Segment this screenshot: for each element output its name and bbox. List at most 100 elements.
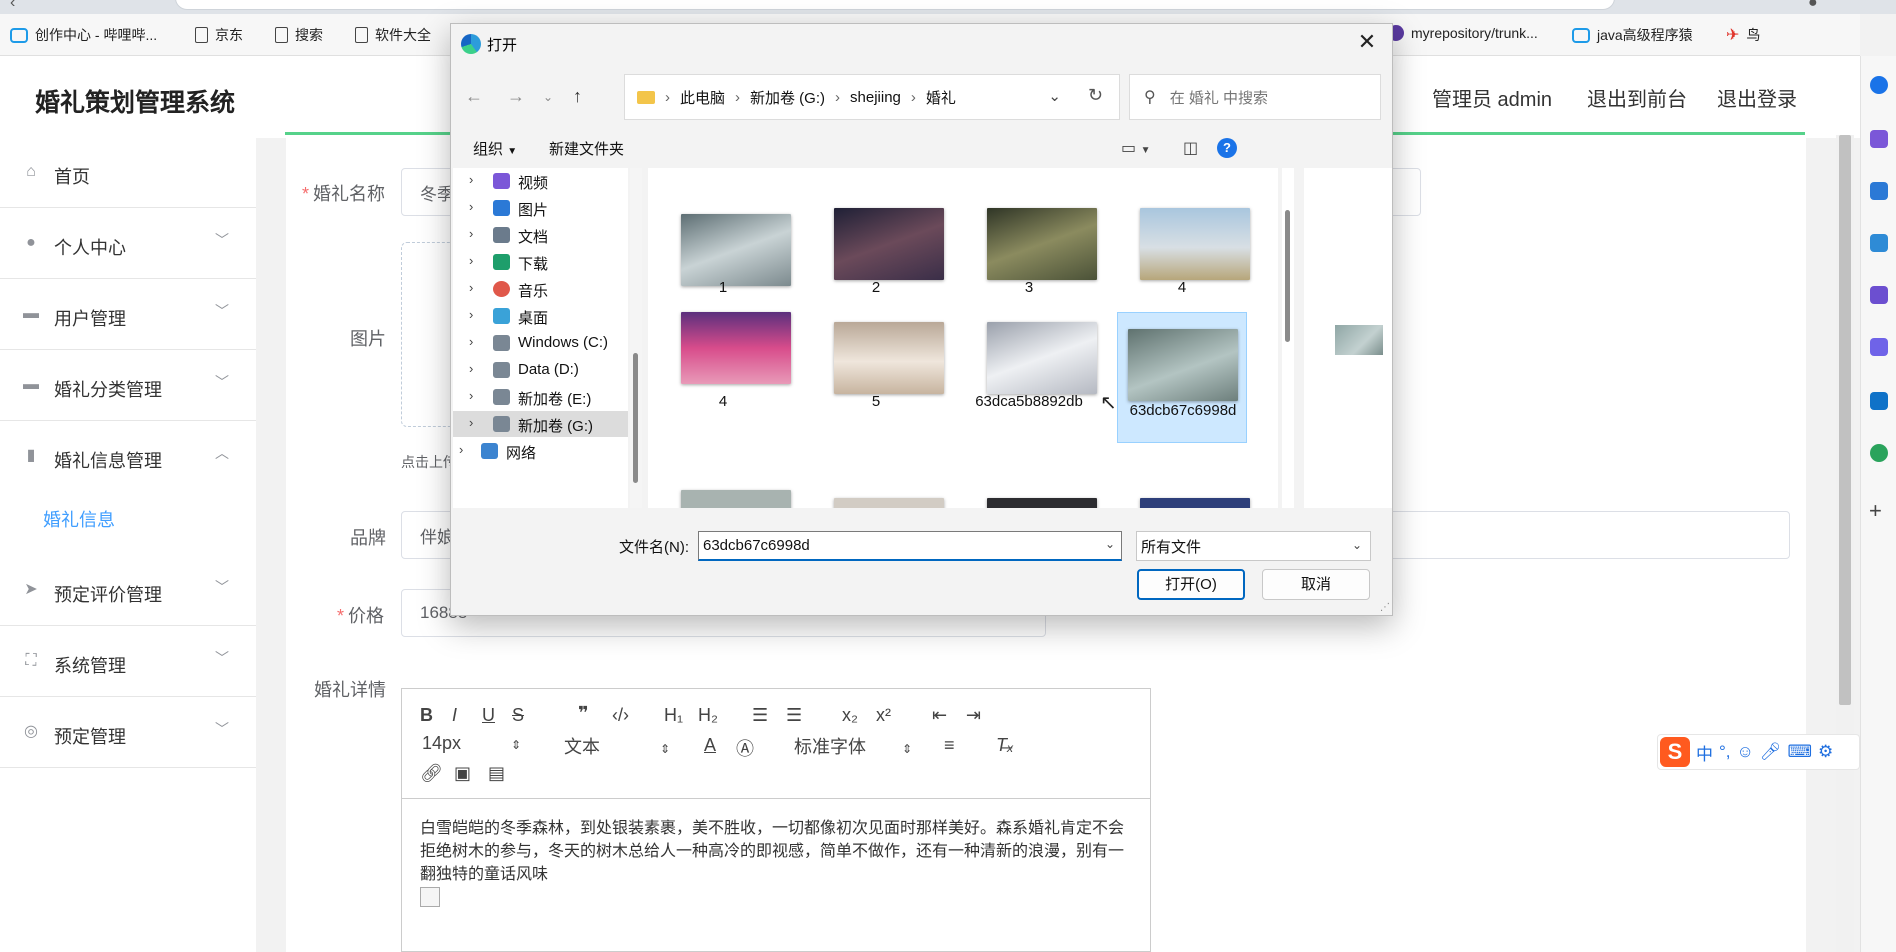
history-chevron-icon[interactable]: ⌄ [543, 90, 553, 104]
scrollbar-thumb[interactable] [1839, 135, 1851, 705]
up-arrow-icon[interactable]: ↑ [573, 86, 582, 107]
outdent-icon[interactable]: ⇤ [932, 705, 947, 726]
sidebar-subitem-wedding-info[interactable]: 婚礼信息 [43, 506, 115, 532]
paragraph-select[interactable]: 文本 ⇕ [564, 733, 670, 759]
tree-item-videos[interactable]: › 视频 [453, 168, 628, 194]
chevron-down-icon[interactable]: ⌄ [1105, 537, 1115, 551]
underline-icon[interactable]: U [482, 705, 495, 726]
font-family-select[interactable]: 标准字体 ⇕ [794, 733, 912, 759]
tag-icon[interactable] [1870, 182, 1888, 200]
tree-item-drive-c[interactable]: › Windows (C:) [453, 330, 628, 356]
ime-punct[interactable]: °, [1719, 742, 1731, 762]
close-icon[interactable]: ✕ [1352, 27, 1382, 57]
resize-grip-icon[interactable]: ⋰ [1380, 602, 1390, 613]
new-folder-button[interactable]: 新建文件夹 [549, 138, 624, 159]
page-scrollbar[interactable] [1836, 135, 1854, 952]
preview-pane-icon[interactable]: ◫ [1183, 138, 1198, 158]
sidebar-item-profile[interactable]: ● 个人中心 ﹀ [0, 209, 256, 279]
italic-icon[interactable]: I [452, 705, 457, 726]
office-icon[interactable] [1870, 338, 1888, 356]
organize-button[interactable]: 组织 ▼ [473, 138, 517, 159]
align-icon[interactable]: ≡ [944, 735, 955, 756]
heading2-icon[interactable]: H₂ [698, 705, 718, 726]
file-item-63dca5b8892db[interactable]: 63dca5b8892db [964, 312, 1097, 432]
back-icon[interactable]: ‹ [10, 0, 15, 12]
file-item-3[interactable]: 3 [964, 198, 1097, 298]
code-icon[interactable]: ‹/› [612, 705, 629, 726]
crumb-drive-g[interactable]: 新加卷 (G:) [750, 87, 825, 108]
subscript-icon[interactable]: x₂ [842, 705, 858, 726]
superscript-icon[interactable]: x² [876, 705, 891, 726]
file-item-4[interactable]: 4 [1117, 198, 1250, 298]
bookmark-java[interactable]: java高级程序猿 [1572, 25, 1693, 45]
chevron-down-icon[interactable]: ⌄ [1048, 87, 1061, 105]
tree-item-pictures[interactable]: › 图片 [453, 195, 628, 221]
microphone-icon[interactable]: 🎤︎ [1760, 742, 1782, 762]
scrollbar-thumb[interactable] [633, 353, 638, 483]
help-icon[interactable]: ? [1217, 138, 1237, 158]
image-icon[interactable]: ▣ [454, 763, 471, 784]
tree-item-music[interactable]: › 音乐 [453, 276, 628, 302]
add-icon[interactable]: + [1869, 498, 1882, 524]
bookmark-search[interactable]: 搜索 [275, 25, 323, 45]
crumb-wedding[interactable]: 婚礼 [926, 87, 956, 108]
tree-scrollbar[interactable] [630, 168, 642, 508]
font-color-icon[interactable]: A [704, 735, 716, 756]
logout-link[interactable]: 退出登录 [1717, 83, 1797, 112]
exit-to-front-link[interactable]: 退出到前台 [1587, 83, 1687, 112]
file-grid-scrollbar[interactable] [1282, 168, 1294, 508]
cancel-button[interactable]: 取消 [1262, 569, 1370, 600]
link-icon[interactable]: 🔗︎ [420, 763, 443, 784]
tree-item-drive-g[interactable]: › 新加卷 (G:) [453, 411, 628, 437]
bookmark-bilibili[interactable]: 创作中心 - 哔哩哔... [10, 25, 157, 45]
crumb-this-pc[interactable]: 此电脑 [680, 87, 725, 108]
file-item-63dcb67c6998d[interactable]: 63dcb67c6998d [1117, 312, 1247, 443]
address-bar[interactable] [175, 0, 1615, 10]
scrollbar-thumb[interactable] [1285, 210, 1290, 342]
strikethrough-icon[interactable]: S [512, 705, 524, 726]
tree-item-desktop[interactable]: › 桌面 [453, 303, 628, 329]
editor-content[interactable]: 白雪皑皑的冬季森林，到处银装素裹，美不胜收，一切都像初次见面时那样美好。森系婚礼… [420, 817, 1135, 886]
file-item-1[interactable]: 1 [658, 198, 791, 298]
file-item-4b[interactable]: 4 [658, 312, 791, 412]
keyboard-icon[interactable]: ⌨ [1787, 742, 1812, 762]
bold-icon[interactable]: B [420, 705, 433, 726]
clear-format-icon[interactable]: T̶ₓ [996, 735, 1014, 756]
path-breadcrumb[interactable]: › 此电脑 › 新加卷 (G:) › shejiing › 婚礼 ⌄ ↻ [624, 74, 1120, 120]
filename-input[interactable]: 63dcb67c6998d ⌄ [698, 531, 1122, 561]
ordered-list-icon[interactable]: ☰ [752, 705, 768, 726]
quote-icon[interactable]: ❞ [578, 703, 589, 724]
profile-avatar-icon[interactable]: ● [1808, 0, 1818, 12]
sidebar-item-review[interactable]: ➤ 预定评价管理 ﹀ [0, 556, 256, 626]
sidebar-item-booking[interactable]: ◎ 预定管理 ﹀ [0, 698, 256, 768]
tree-item-drive-d[interactable]: › Data (D:) [453, 357, 628, 383]
dialog-search-input[interactable]: ⚲ 在 婚礼 中搜索 [1129, 74, 1381, 120]
outlook-icon[interactable] [1870, 392, 1888, 410]
background-color-icon[interactable]: Ⓐ [736, 735, 754, 761]
refresh-icon[interactable]: ↻ [1088, 85, 1103, 106]
crumb-shejiing[interactable]: shejiing [850, 89, 901, 106]
sidebar-item-users[interactable]: ▬ 用户管理 ﹀ [0, 280, 256, 350]
filetype-select[interactable]: 所有文件 ⌄ [1136, 531, 1371, 561]
tree-item-drive-e[interactable]: › 新加卷 (E:) [453, 384, 628, 410]
bullet-list-icon[interactable]: ☰ [786, 705, 802, 726]
ime-language[interactable]: 中 [1696, 740, 1713, 765]
file-item-2[interactable]: 2 [811, 198, 944, 298]
sidebar-item-category[interactable]: ▬ 婚礼分类管理 ﹀ [0, 351, 256, 421]
tree-item-documents[interactable]: › 文档 [453, 222, 628, 248]
view-icon[interactable]: ▭ ▼ [1121, 138, 1150, 158]
heading1-icon[interactable]: H₁ [664, 705, 683, 726]
sidebar-item-home[interactable]: ⌂ 首页 [0, 138, 256, 208]
copilot-icon[interactable] [1870, 130, 1888, 148]
sidebar-item-wedding-info[interactable]: ▮ 婚礼信息管理 ︿ [0, 422, 256, 556]
sidebar-item-system[interactable]: ⛶ 系统管理 ﹀ [0, 627, 256, 697]
font-size-select[interactable]: 14px ⇕ [422, 733, 521, 754]
tree-icon[interactable] [1870, 444, 1888, 462]
emoji-icon[interactable]: ☺ [1737, 742, 1754, 762]
bookmark-repository[interactable]: myrepository/trunk... [1388, 25, 1538, 41]
forward-arrow-icon[interactable]: → [507, 86, 525, 107]
indent-icon[interactable]: ⇥ [966, 705, 981, 726]
search-icon[interactable] [1870, 76, 1888, 94]
bookmark-bird[interactable]: ✈ 鸟 [1726, 25, 1760, 45]
open-button[interactable]: 打开(O) [1137, 569, 1245, 600]
